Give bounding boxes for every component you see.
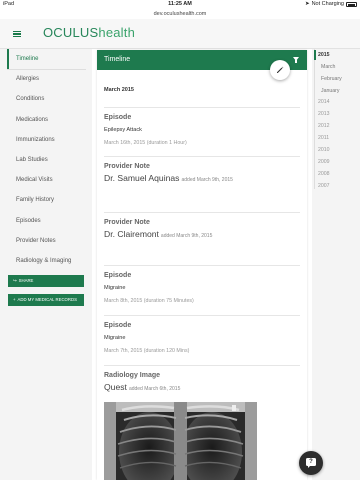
pencil-icon [277, 66, 284, 73]
divider [104, 107, 300, 108]
logo[interactable]: OCULUShealth [43, 25, 135, 40]
entry-name: Dr. Clairemont added March 9th, 2015 [104, 228, 213, 239]
year-item[interactable]: 2014 [318, 99, 330, 105]
entry-subtitle: Migraine [104, 334, 126, 341]
divider [104, 265, 300, 266]
sidebar-item-radiology[interactable]: Radiology & Imaging [0, 251, 92, 271]
current-year-marker [314, 50, 316, 60]
timeline-entry[interactable]: Episode Epilepsy Attack March 16th, 2015… [104, 107, 300, 146]
entry-added: added March 6th, 2015 [128, 385, 181, 392]
filter-icon[interactable] [293, 57, 299, 63]
entry-name: Quest added March 6th, 2015 [104, 381, 181, 392]
entry-type: Provider Note [104, 218, 150, 226]
plus-icon: + [13, 297, 16, 302]
year-item[interactable]: 2012 [318, 123, 330, 129]
year-item[interactable]: 2013 [318, 111, 330, 117]
divider [104, 365, 300, 366]
sidebar-item-immunizations[interactable]: Immunizations [0, 130, 92, 150]
year-item[interactable]: 2011 [318, 135, 329, 141]
entry-added: added March 9th, 2015 [160, 232, 213, 239]
timeline-entry[interactable]: Provider Note Dr. Samuel Aquinas added Ma… [104, 156, 300, 183]
add-medical-records-button[interactable]: + ADD MY MEDICAL RECORDS [8, 294, 84, 306]
sidebar-item-allergies[interactable]: Allergies [0, 69, 92, 89]
timeline-entry[interactable]: Episode Migraine March 7th, 2015 (durati… [104, 315, 300, 354]
entry-name: Dr. Samuel Aquinas added March 9th, 2015 [104, 172, 233, 183]
share-button[interactable]: ↪ SHARE [8, 275, 84, 287]
timeline-panel: Timeline March 2015 Episode Epilepsy Att… [97, 50, 307, 480]
year-item[interactable]: 2009 [318, 159, 330, 165]
timeline-title: Timeline [104, 56, 131, 63]
sidebar-item-medical-visits[interactable]: Medical Visits [0, 170, 92, 190]
month-item[interactable]: March [321, 64, 335, 70]
sidebar-item-lab-studies[interactable]: Lab Studies [0, 150, 92, 170]
help-chat-button[interactable]: ? [299, 451, 323, 475]
divider [104, 212, 300, 213]
url-bar[interactable]: dev.oculushealth.com [0, 9, 360, 19]
status-right: ➤ Not Charging [305, 1, 357, 7]
entry-type: Episode [104, 321, 132, 329]
share-icon: ↪ [13, 278, 17, 283]
month-item[interactable]: January [321, 88, 339, 94]
sidebar-item-episodes[interactable]: Episodes [0, 211, 92, 231]
entry-type: Episode [104, 113, 132, 121]
year-item[interactable]: 2008 [318, 171, 330, 177]
sidebar-item-timeline[interactable]: Timeline [0, 49, 92, 70]
year-item[interactable]: 2007 [318, 183, 330, 189]
sidebar-item-provider-notes[interactable]: Provider Notes [0, 231, 92, 251]
divider [104, 315, 300, 316]
battery-icon [346, 1, 357, 7]
radiology-image[interactable] [104, 402, 257, 480]
entry-type: Provider Note [104, 162, 150, 170]
sidebar-item-medications[interactable]: Medications [0, 110, 92, 130]
entry-date: March 16th, 2015 (duration 1 Hour) [104, 139, 187, 146]
year-rail [314, 49, 315, 189]
location-icon: ➤ [304, 1, 310, 7]
year-navigator: 2015 March February January 2014 2013 20… [312, 49, 360, 480]
entry-added: added March 9th, 2015 [181, 176, 233, 183]
status-bar: iPad 11:25 AM ➤ Not Charging [0, 0, 360, 9]
timeline-entry[interactable]: Provider Note Dr. Clairemont added March … [104, 212, 300, 239]
sidebar-nav: Timeline Allergies Conditions Medication… [0, 49, 92, 480]
entry-date: March 8th, 2015 (duration 75 Minutes) [104, 297, 194, 304]
entry-type: Radiology Image [104, 371, 161, 379]
divider [104, 156, 300, 157]
timeline-entry[interactable]: Radiology Image Quest added March 6th, 20… [104, 365, 300, 392]
entry-subtitle: Migraine [104, 284, 126, 291]
menu-icon[interactable] [13, 31, 21, 37]
entry-type: Episode [104, 271, 132, 279]
sidebar-item-family-history[interactable]: Family History [0, 190, 92, 210]
year-current[interactable]: 2015 [318, 52, 330, 58]
app-header: OCULUShealth [0, 19, 360, 49]
year-item[interactable]: 2010 [318, 147, 330, 153]
charging-label: Not Charging [311, 1, 344, 7]
entry-date: March 7th, 2015 (duration 120 Mins) [104, 347, 190, 354]
entry-subtitle: Epilepsy Attack [104, 126, 142, 133]
chat-help-icon: ? [306, 458, 316, 468]
month-item[interactable]: February [321, 76, 342, 82]
timeline-entry[interactable]: Episode Migraine March 8th, 2015 (durati… [104, 265, 300, 304]
sidebar-item-conditions[interactable]: Conditions [0, 89, 92, 109]
edit-fab[interactable] [270, 60, 290, 80]
chest-xray-image [104, 402, 257, 480]
month-heading: March 2015 [104, 87, 134, 93]
